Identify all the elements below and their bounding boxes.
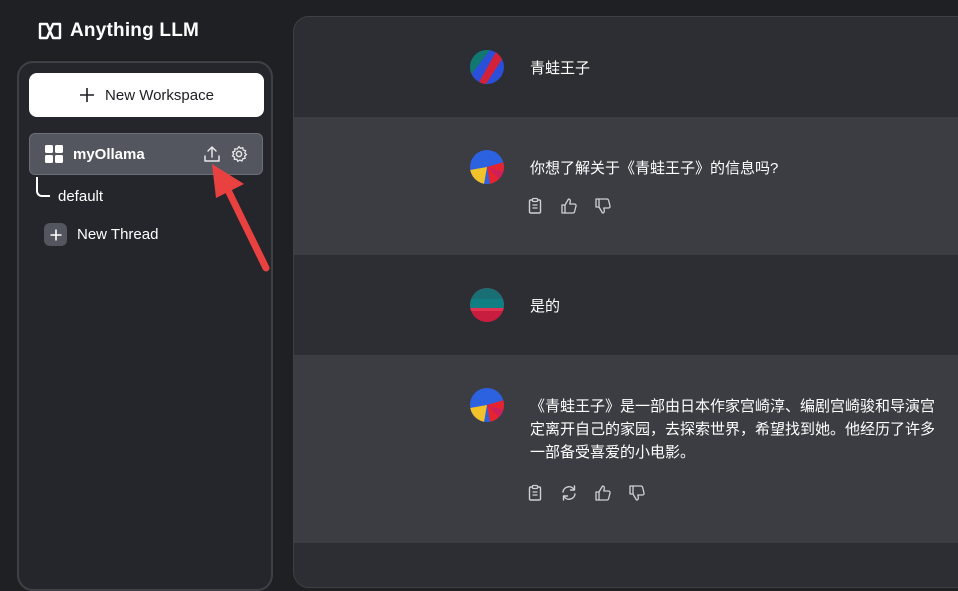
clipboard-icon[interactable] — [526, 484, 544, 502]
message-actions — [526, 197, 612, 215]
message-actions — [526, 484, 646, 502]
assistant-avatar — [470, 388, 504, 422]
anythingllm-logo-icon — [38, 22, 62, 40]
assistant-avatar — [470, 150, 504, 184]
plus-icon — [50, 229, 61, 240]
message-text-line: 定离开自己的家园，去探索世界，希望找到她。他经历了许多 — [530, 421, 936, 438]
message-text: 是的 — [530, 298, 561, 315]
thread-branch-connector — [36, 177, 50, 197]
message-text: 你想了解关于《青蛙王子》的信息吗? — [530, 160, 779, 177]
app-name: Anything LLM — [70, 20, 200, 41]
chat-panel: 青蛙王子 你想了解关于《青蛙王子》的信息吗? 是的 《青蛙王子》是一部由日本作家… — [293, 16, 958, 588]
thumbs-down-icon[interactable] — [628, 484, 646, 502]
chat-message-user: 青蛙王子 — [294, 17, 958, 117]
message-text-line: 《青蛙王子》是一部由日本作家宫崎淳、编剧宫崎骏和导演宫 — [530, 398, 936, 415]
thumbs-up-icon[interactable] — [594, 484, 612, 502]
clipboard-icon[interactable] — [526, 197, 544, 215]
user-avatar — [470, 288, 504, 322]
sidebar: New Workspace myOllama default New Threa… — [17, 61, 273, 591]
chat-message-assistant: 《青蛙王子》是一部由日本作家宫崎淳、编剧宫崎骏和导演宫 定离开自己的家园，去探索… — [294, 355, 958, 543]
new-thread-plus-box — [44, 223, 67, 246]
new-thread-label: New Thread — [77, 226, 159, 243]
new-thread-button[interactable]: New Thread — [44, 223, 158, 246]
chat-message-assistant: 你想了解关于《青蛙王子》的信息吗? — [294, 117, 958, 255]
thumbs-up-icon[interactable] — [560, 197, 578, 215]
thread-item-default[interactable]: default — [58, 188, 103, 205]
new-workspace-button[interactable]: New Workspace — [29, 73, 264, 117]
annotation-arrow-icon — [212, 164, 270, 272]
thumbs-down-icon[interactable] — [594, 197, 612, 215]
app-brand: Anything LLM — [38, 20, 199, 42]
new-workspace-label: New Workspace — [105, 86, 214, 104]
regenerate-icon[interactable] — [560, 484, 578, 502]
chat-message-user: 是的 — [294, 255, 958, 355]
grid-icon — [45, 145, 63, 163]
message-text: 青蛙王子 — [530, 60, 591, 77]
plus-icon — [80, 88, 95, 102]
message-text-line: 一部备受喜爱的小电影。 — [530, 444, 696, 461]
user-avatar — [470, 50, 504, 84]
workspace-name: myOllama — [73, 145, 145, 163]
